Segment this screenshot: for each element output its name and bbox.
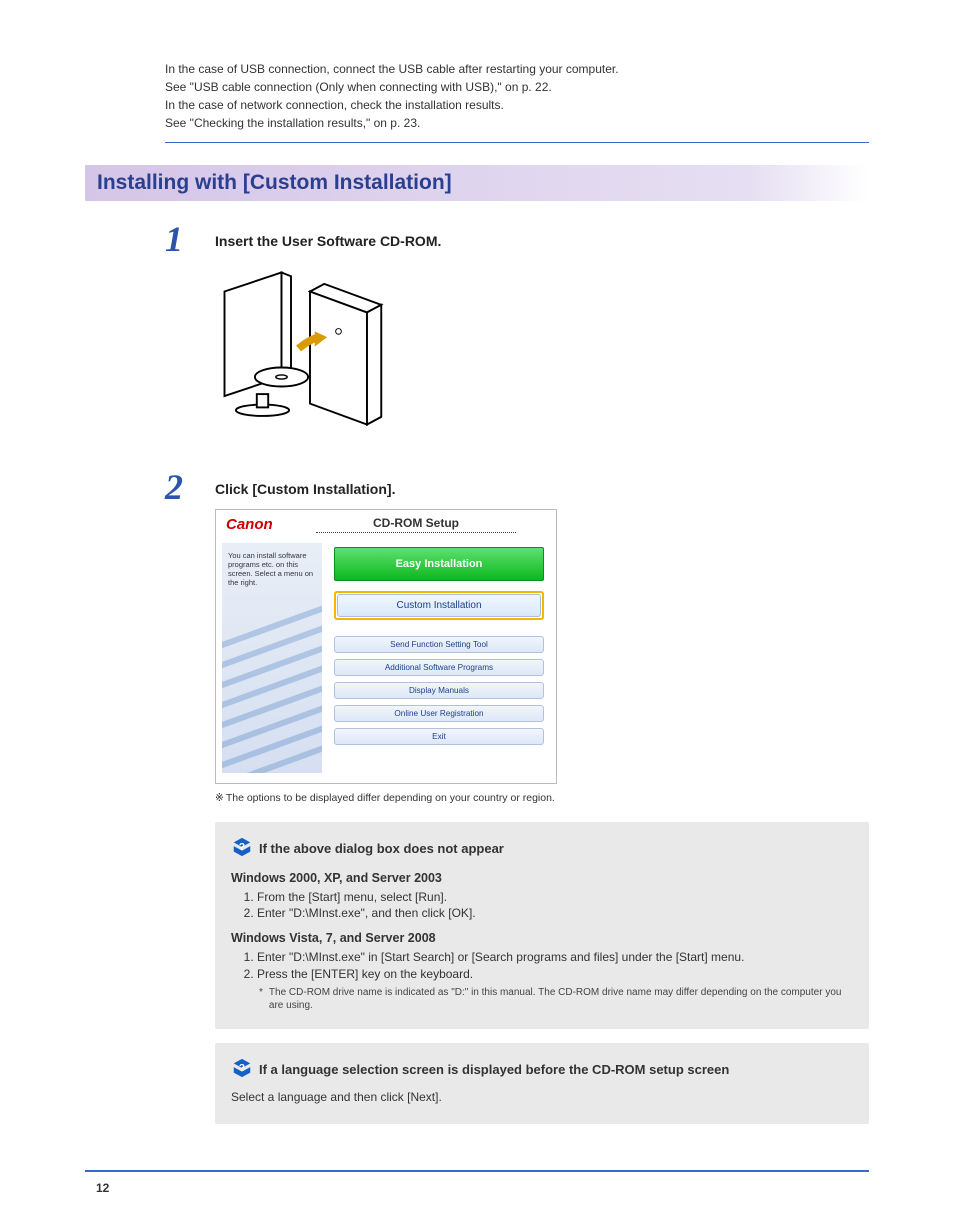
screenshot-sidebar: You can install software programs etc. o… [222,543,322,773]
intro-line-3: In the case of network connection, check… [165,96,869,114]
page-number: 12 [96,1181,109,1195]
step-1-number: 1 [165,221,215,257]
intro-block: In the case of USB connection, connect t… [165,60,869,143]
intro-line-4: See "Checking the installation results,"… [165,114,869,132]
windows-xp-heading: Windows 2000, XP, and Server 2003 [231,871,853,885]
step-2-title: Click [Custom Installation]. [215,481,869,497]
custom-installation-highlight: Custom Installation [334,591,544,620]
intro-divider [165,142,869,143]
note-marker-icon: ※ [215,792,224,804]
screenshot-title: CD-ROM Setup [316,516,516,533]
exit-button[interactable]: Exit [334,728,544,745]
callout1-heading: If the above dialog box does not appear [259,841,504,856]
footnote-text: The CD-ROM drive name is indicated as "D… [269,986,853,1013]
step-2-number: 2 [165,469,215,505]
custom-installation-button[interactable]: Custom Installation [337,594,541,617]
drive-name-footnote: * The CD-ROM drive name is indicated as … [259,986,853,1013]
canon-logo: Canon [226,516,316,533]
intro-line-2: See "USB cable connection (Only when con… [165,78,869,96]
display-manuals-button[interactable]: Display Manuals [334,682,544,699]
intro-line-1: In the case of USB connection, connect t… [165,60,869,78]
step-2: 2 Click [Custom Installation]. Canon CD-… [165,469,869,788]
sidebar-text: You can install software programs etc. o… [228,551,313,587]
options-note-text: The options to be displayed differ depen… [226,792,555,804]
svg-text:?: ? [239,1063,245,1074]
xp-step-2: Enter "D:\MInst.exe", and then click [OK… [257,905,853,921]
windows-xp-steps: From the [Start] menu, select [Run]. Ent… [231,889,853,921]
options-note: ※The options to be displayed differ depe… [215,792,869,804]
question-icon: ? [231,836,253,861]
callout2-body: Select a language and then click [Next]. [231,1090,853,1104]
svg-text:?: ? [239,842,245,853]
xp-step-1: From the [Start] menu, select [Run]. [257,889,853,905]
insert-cd-figure [215,263,869,437]
online-registration-button[interactable]: Online User Registration [334,705,544,722]
windows-vista-steps: Enter "D:\MInst.exe" in [Start Search] o… [231,949,853,981]
vista-step-1: Enter "D:\MInst.exe" in [Start Search] o… [257,949,853,965]
section-heading: Installing with [Custom Installation] [85,165,869,201]
callout2-heading: If a language selection screen is displa… [259,1062,729,1077]
vista-step-2: Press the [ENTER] key on the keyboard. [257,966,853,982]
asterisk-icon: * [259,986,263,1013]
step-1-title: Insert the User Software CD-ROM. [215,233,869,249]
bottom-divider [85,1170,869,1172]
cdrom-setup-screenshot: Canon CD-ROM Setup You can install softw… [215,509,557,784]
windows-vista-heading: Windows Vista, 7, and Server 2008 [231,931,853,945]
callout-dialog-not-appear: ? If the above dialog box does not appea… [215,822,869,1029]
step-1: 1 Insert the User Software CD-ROM. [165,221,869,441]
send-function-setting-button[interactable]: Send Function Setting Tool [334,636,544,653]
easy-installation-button[interactable]: Easy Installation [334,547,544,581]
additional-software-button[interactable]: Additional Software Programs [334,659,544,676]
callout-language-selection: ? If a language selection screen is disp… [215,1043,869,1124]
question-icon: ? [231,1057,253,1082]
